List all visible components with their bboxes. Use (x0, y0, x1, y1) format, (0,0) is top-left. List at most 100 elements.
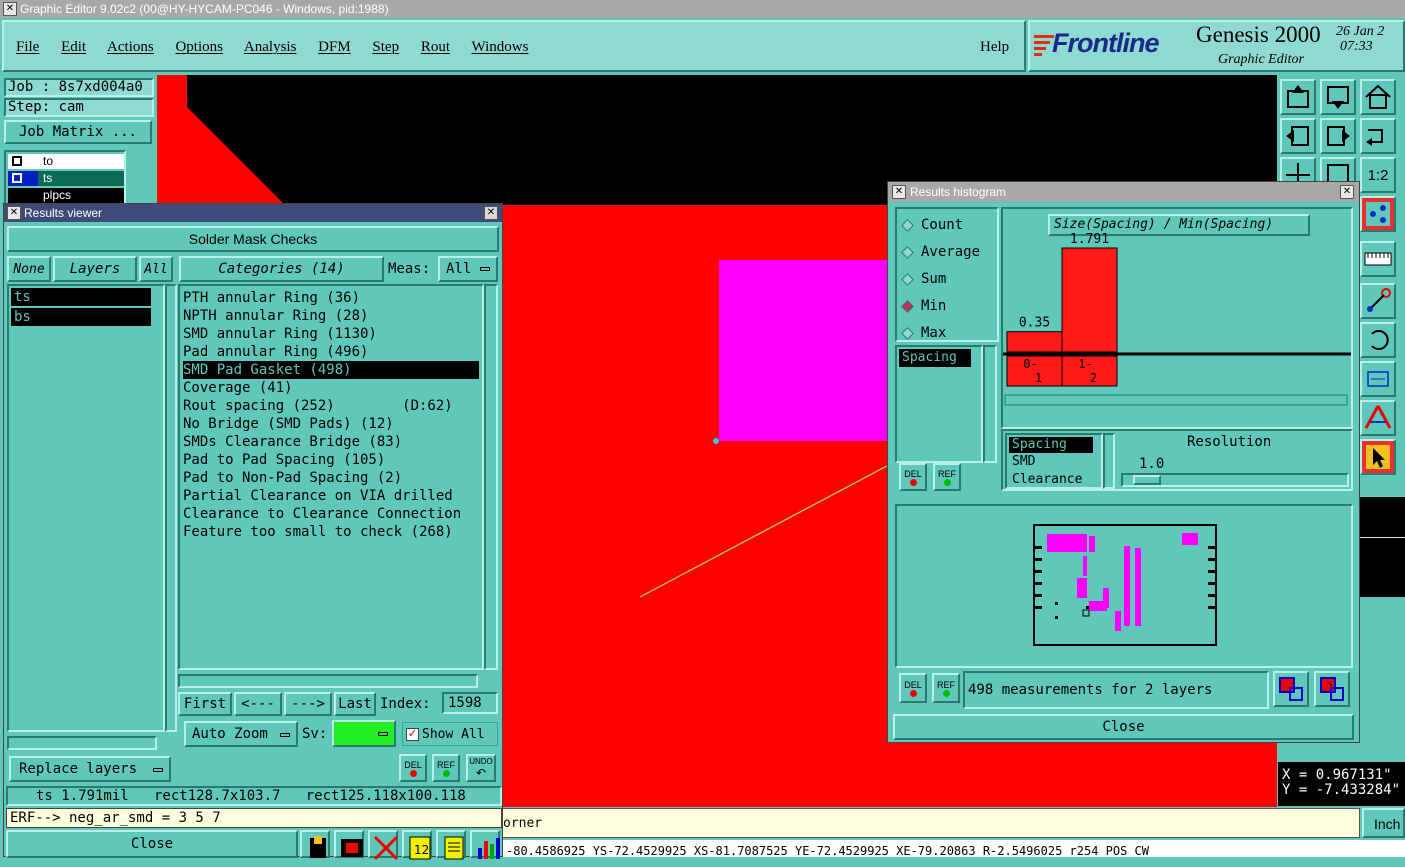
category-item[interactable]: Coverage (41) (183, 379, 482, 397)
category-item[interactable]: SMDs Clearance Bridge (83) (183, 433, 482, 451)
category-item[interactable]: SMD annular Ring (1130) (183, 325, 482, 343)
tool-download-icon[interactable] (1320, 79, 1356, 115)
replace-layers-dropdown[interactable]: Replace layers (9, 756, 171, 782)
radio-diamond-icon[interactable] (901, 218, 914, 232)
prev-button[interactable]: <--- (234, 692, 282, 716)
hist-del-button-2[interactable]: DEL (899, 673, 927, 703)
mode-radio-sum[interactable]: Sum (901, 269, 946, 289)
units-button[interactable]: Inch (1362, 808, 1405, 838)
meas-dropdown[interactable]: All (438, 256, 498, 282)
marker-icon[interactable] (300, 830, 330, 858)
categories-hscroll[interactable] (178, 674, 478, 688)
tool-pan-left-icon[interactable] (1280, 118, 1316, 154)
results-viewer-close-button[interactable]: Close (6, 830, 298, 858)
hist-ref-button-1[interactable]: REF (933, 463, 961, 491)
attribute-item-smd[interactable]: SMD (1009, 453, 1099, 471)
attribute-list-vscroll[interactable] (1103, 433, 1115, 489)
radio-diamond-icon[interactable] (901, 299, 914, 313)
category-item[interactable]: Pad to Pad Spacing (105) (183, 451, 482, 469)
attribute-item-clearance[interactable]: Clearance (1009, 471, 1099, 489)
undo-button[interactable]: UNDO ↶ (466, 754, 496, 782)
layer-mini-to[interactable]: to (8, 154, 124, 169)
menu-edit[interactable]: Edit (61, 39, 86, 55)
categories-vscroll[interactable] (484, 284, 498, 670)
histogram-icon[interactable] (470, 830, 500, 859)
mode-radio-average[interactable]: Average (901, 242, 980, 262)
hist-del-button-1[interactable]: DEL (899, 463, 927, 491)
job-matrix-button[interactable]: Job Matrix ... (4, 120, 152, 144)
show-all-toggle[interactable]: ✓ Show All (402, 722, 498, 746)
results-viewer-close-icon[interactable]: ✕ (484, 206, 498, 220)
category-item[interactable]: Feature too small to check (268) (183, 523, 482, 541)
menu-help[interactable]: Help (980, 39, 1009, 56)
index-input[interactable]: 1598 (442, 692, 498, 714)
measure-list-vscroll[interactable] (983, 345, 997, 463)
category-item[interactable]: No Bridge (SMD Pads) (12) (183, 415, 482, 433)
checkbox-icon[interactable]: ✓ (406, 727, 419, 741)
layer-mini-plpcs[interactable]: plpcs (8, 188, 124, 203)
notes-icon[interactable] (436, 830, 466, 860)
film-icon[interactable] (334, 830, 364, 858)
categories-list[interactable]: PTH annular Ring (36) NPTH annular Ring … (178, 284, 484, 670)
attribute-item-spacing[interactable]: Spacing (1009, 437, 1093, 453)
layer-list-hscroll[interactable] (7, 736, 157, 750)
resolution-slider-thumb[interactable] (1133, 475, 1161, 485)
menu-options[interactable]: Options (175, 39, 223, 55)
tool-measure-icon[interactable] (1360, 361, 1396, 397)
histogram-close-icon[interactable]: ✕ (1340, 185, 1354, 199)
tool-pan-right-icon[interactable] (1320, 118, 1356, 154)
layer-list-vscroll[interactable] (165, 284, 177, 732)
radio-diamond-icon[interactable] (901, 272, 914, 286)
del-button[interactable]: DEL (399, 754, 427, 782)
menu-analysis[interactable]: Analysis (244, 39, 297, 55)
auto-zoom-dropdown[interactable]: Auto Zoom (184, 721, 298, 747)
menu-rout[interactable]: Rout (421, 39, 450, 55)
category-item[interactable]: Pad annular Ring (496) (183, 343, 482, 361)
mode-radio-max[interactable]: Max (901, 323, 946, 343)
menu-dfm[interactable]: DFM (318, 39, 351, 55)
mode-radio-count[interactable]: Count (901, 215, 963, 235)
histogram-close-button[interactable]: Close (893, 714, 1354, 740)
menu-actions[interactable]: Actions (107, 39, 154, 55)
ref-button[interactable]: REF (432, 754, 460, 782)
ref-cross-icon[interactable] (368, 830, 399, 861)
layers-button[interactable]: Layers (53, 256, 137, 282)
menu-file[interactable]: File (16, 39, 39, 55)
tool-pointer-icon[interactable] (1360, 439, 1396, 475)
board-preview-icon[interactable] (897, 506, 1351, 666)
tool-home-icon[interactable] (1360, 79, 1396, 115)
category-item[interactable]: NPTH annular Ring (28) (183, 307, 482, 325)
tool-arrow-a-icon[interactable] (1360, 400, 1396, 436)
tool-rotate-icon[interactable] (1360, 322, 1396, 358)
layer-item-ts[interactable]: ts (11, 288, 151, 306)
zoom-selected-icon[interactable] (1273, 671, 1309, 707)
layer-list[interactable]: ts bs (7, 284, 165, 732)
one-two-icon[interactable]: 12 (402, 830, 432, 860)
radio-diamond-icon[interactable] (901, 326, 914, 340)
resolution-slider[interactable] (1121, 473, 1349, 487)
last-button[interactable]: Last (334, 692, 376, 716)
tool-scale-icon[interactable]: 1:2 (1360, 157, 1396, 193)
category-item[interactable]: Partial Clearance on VIA drilled (183, 487, 482, 505)
layers-all-button[interactable]: All (139, 256, 173, 282)
histogram-chart[interactable]: Size(Spacing) / Min(Spacing) 0.35 0- 1 1.79… (1001, 207, 1353, 429)
category-item[interactable]: Clearance to Clearance Connection (183, 505, 482, 523)
tool-swap-icon[interactable] (1360, 118, 1396, 154)
layer-item-bs[interactable]: bs (11, 308, 151, 326)
category-item[interactable]: Rout spacing (252) (D:62) (183, 397, 482, 415)
tool-select-icon[interactable] (1360, 196, 1396, 232)
sv-dropdown[interactable] (332, 720, 396, 747)
tool-upload-icon[interactable] (1280, 79, 1316, 115)
menu-step[interactable]: Step (372, 39, 399, 55)
attribute-list[interactable]: Spacing SMD Clearance (1005, 433, 1103, 489)
first-button[interactable]: First (178, 692, 232, 716)
measure-list[interactable]: Spacing (895, 345, 983, 463)
category-item[interactable]: Pad to Non-Pad Spacing (2) (183, 469, 482, 487)
category-item-selected[interactable]: SMD Pad Gasket (498) (183, 361, 479, 379)
next-button[interactable]: ---> (284, 692, 332, 716)
tool-snap-icon[interactable] (1360, 283, 1396, 319)
categories-button[interactable]: Categories (14) (179, 256, 384, 282)
hist-ref-button-2[interactable]: REF (932, 673, 960, 703)
mode-radio-min[interactable]: Min (901, 296, 946, 316)
layer-mini-ts[interactable]: ts (8, 171, 124, 186)
